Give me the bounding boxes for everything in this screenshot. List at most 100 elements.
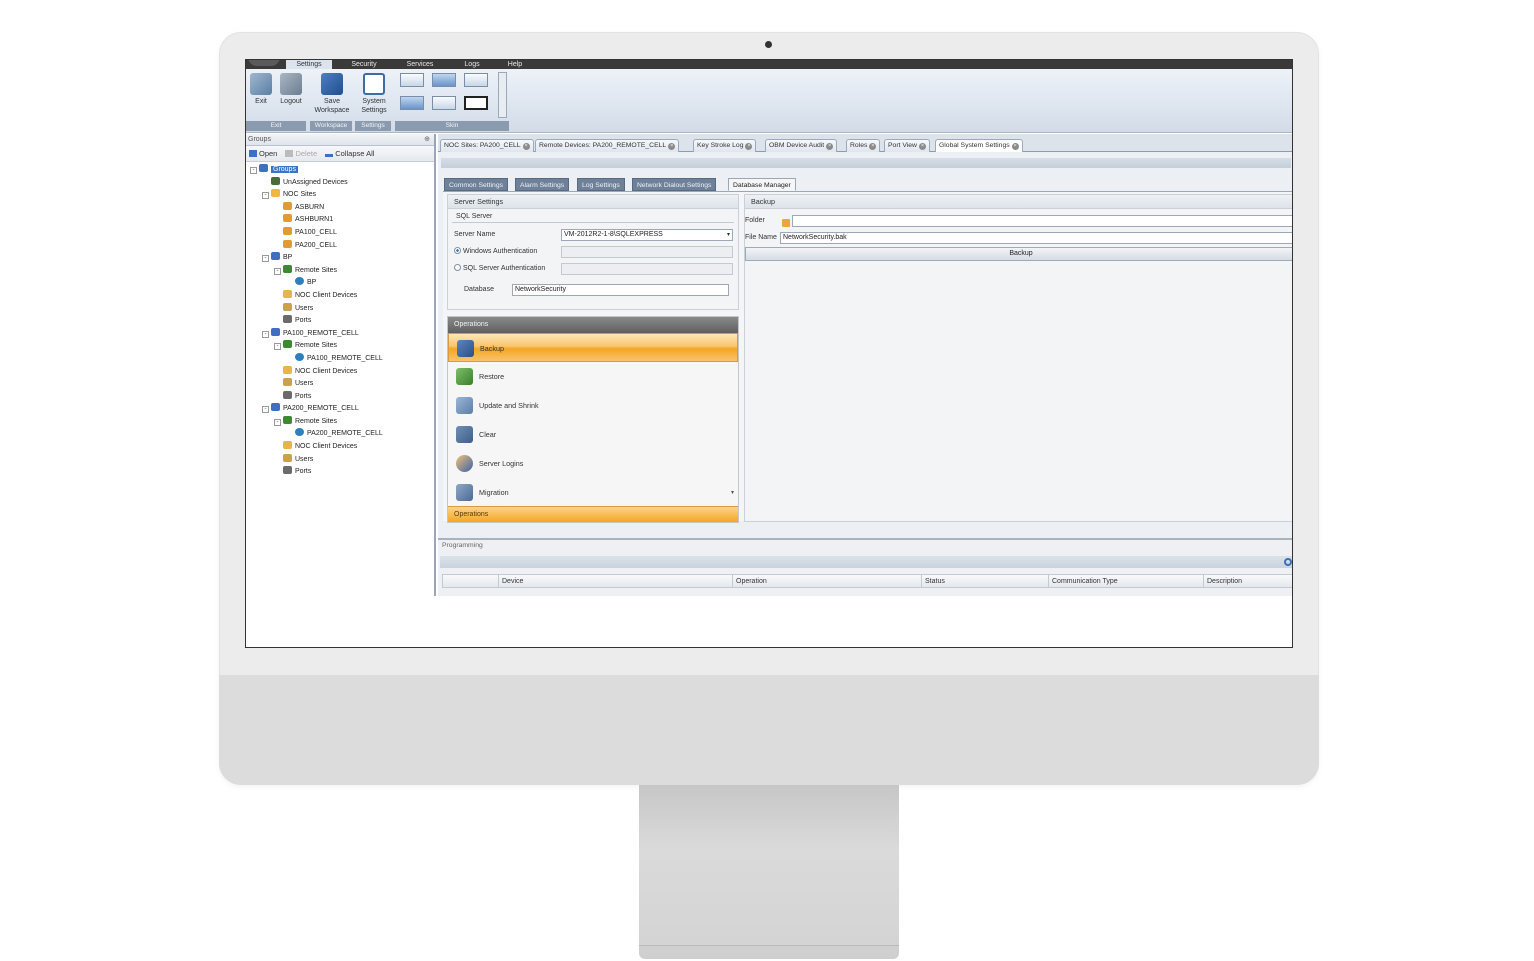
tab-network-dialout-settings[interactable]: Network Dialout Settings — [632, 178, 717, 191]
tree-node[interactable]: - Remote Sites — [246, 264, 434, 278]
tab-database-manager[interactable]: Database Manager — [728, 178, 796, 191]
close-icon[interactable]: × — [522, 143, 530, 150]
tree-node[interactable]: Users — [246, 453, 434, 467]
column-operation[interactable]: Operation — [732, 575, 921, 588]
tab-log-settings[interactable]: Log Settings — [577, 178, 625, 191]
column-description[interactable]: Description — [1203, 575, 1292, 588]
tree-node[interactable]: - PA100_REMOTE_CELL — [246, 327, 434, 341]
operations-footer[interactable]: Operations — [448, 506, 738, 522]
file-name-input[interactable]: NetworkSecurity.bak — [780, 232, 1292, 244]
search-icon[interactable] — [1284, 558, 1292, 566]
tree-node[interactable]: BP — [246, 277, 434, 290]
skin-option-1[interactable] — [400, 73, 424, 87]
tree-node[interactable]: NOC Client Devices — [246, 441, 434, 454]
operation-migration[interactable]: Migration — [448, 478, 738, 507]
tree-node[interactable]: Ports — [246, 466, 434, 479]
sql-auth-radio[interactable] — [454, 264, 461, 271]
menu-tab-security[interactable]: Security — [342, 60, 386, 69]
close-icon[interactable]: × — [1011, 143, 1019, 150]
close-icon[interactable]: × — [918, 143, 926, 150]
tree-node[interactable]: - Remote Sites — [246, 415, 434, 429]
save-workspace-button[interactable]: Save Workspace — [312, 73, 352, 115]
logout-button[interactable]: Logout — [277, 73, 305, 106]
column-communication-type[interactable]: Communication Type — [1048, 575, 1203, 588]
backup-button[interactable]: Backup — [745, 247, 1292, 261]
tab-alarm-settings[interactable]: Alarm Settings — [515, 178, 570, 191]
menu-tab-services[interactable]: Services — [398, 60, 442, 69]
tree-node[interactable]: NOC Client Devices — [246, 289, 434, 303]
tree-node[interactable]: - Groups — [246, 164, 434, 177]
document-tab[interactable]: Remote Devices: PA200_REMOTE_CELL × — [535, 139, 680, 152]
document-tab[interactable]: Global System Settings × — [935, 139, 1023, 152]
tree-node[interactable]: - Remote Sites — [246, 340, 434, 353]
document-tab[interactable]: Port View × — [884, 139, 930, 152]
operation-restore[interactable]: Restore — [448, 362, 738, 391]
tree-node[interactable]: Ports — [246, 315, 434, 328]
system-settings-button[interactable]: System Settings — [357, 73, 391, 115]
document-tab[interactable]: Roles × — [846, 139, 881, 152]
programming-toolbar — [440, 556, 1292, 568]
column-status[interactable]: Status — [921, 575, 1048, 588]
delete-button[interactable]: Delete — [285, 149, 317, 158]
tree-node[interactable]: PA200_CELL — [246, 239, 434, 253]
operation-clear[interactable]: Clear — [448, 420, 738, 449]
skin-option-5[interactable] — [432, 96, 456, 110]
tree-node[interactable]: ASBURN — [246, 201, 434, 215]
tree-node[interactable]: PA200_REMOTE_CELL — [246, 428, 434, 441]
tree-expander-icon[interactable]: - — [274, 343, 281, 351]
tree-node[interactable]: PA100_CELL — [246, 226, 434, 240]
app-window: Settings Security Services Logs Help Exi… — [245, 59, 1293, 648]
tree-expander-icon[interactable]: - — [250, 167, 257, 174]
folder-input[interactable] — [792, 215, 1292, 227]
close-icon[interactable]: × — [826, 143, 834, 150]
document-tab[interactable]: Key Stroke Log × — [693, 139, 757, 152]
windows-auth-radio[interactable] — [454, 247, 461, 254]
app-orb-button[interactable] — [248, 60, 280, 66]
document-tab[interactable]: OBM Device Audit × — [765, 139, 838, 152]
tree-node[interactable]: Ports — [246, 390, 434, 404]
operation-update-shrink[interactable]: Update and Shrink — [448, 391, 738, 420]
tree-node[interactable]: - NOC Sites — [246, 189, 434, 202]
document-tab[interactable]: NOC Sites: PA200_CELL × — [440, 139, 534, 152]
tree-node[interactable]: ASHBURN1 — [246, 214, 434, 227]
exit-button[interactable]: Exit — [248, 73, 274, 106]
operation-backup[interactable]: Backup — [448, 333, 738, 362]
close-icon[interactable]: × — [745, 143, 753, 150]
skin-option-2[interactable] — [432, 73, 456, 87]
tree-expander-icon[interactable]: - — [274, 418, 281, 426]
close-icon[interactable]: × — [668, 143, 676, 150]
close-icon[interactable]: × — [869, 143, 877, 150]
tree-expander-icon[interactable]: - — [262, 192, 269, 200]
server-name-dropdown[interactable]: VM-2012R2-1-8\SQLEXPRESS ▾ — [561, 229, 733, 241]
skin-option-4[interactable] — [400, 96, 424, 110]
open-button[interactable]: Open — [249, 149, 277, 158]
tree-expander-icon[interactable]: - — [262, 330, 269, 338]
menu-tab-logs[interactable]: Logs — [454, 60, 490, 69]
tab-common-settings[interactable]: Common Settings — [444, 178, 509, 191]
database-input[interactable]: NetworkSecurity — [512, 284, 729, 296]
tree-node[interactable]: UnAssigned Devices — [246, 176, 434, 190]
tree-expander-icon[interactable]: - — [262, 255, 269, 263]
operation-server-logins[interactable]: Server Logins — [448, 449, 738, 478]
tree-node[interactable]: Users — [246, 302, 434, 316]
tree-node[interactable]: NOC Client Devices — [246, 365, 434, 379]
collapse-all-button[interactable]: Collapse All — [325, 149, 374, 158]
windows-auth-option[interactable]: Windows Authentication — [454, 246, 537, 258]
tree-node[interactable]: Users — [246, 378, 434, 391]
menu-tab-help[interactable]: Help — [500, 60, 530, 69]
folder-icon[interactable] — [782, 219, 790, 227]
pin-icon[interactable]: ⊕ — [424, 134, 430, 146]
tree-expander-icon[interactable]: - — [262, 406, 269, 414]
sql-auth-option[interactable]: SQL Server Authentication — [454, 263, 545, 275]
tree-node[interactable]: PA100_REMOTE_CELL — [246, 352, 434, 366]
tree-expander-icon[interactable]: - — [274, 267, 281, 275]
tree-node[interactable]: - PA200_REMOTE_CELL — [246, 403, 434, 416]
device-icon — [283, 441, 292, 450]
column-device[interactable]: Device — [498, 575, 732, 588]
skin-gallery-scroll[interactable] — [498, 72, 507, 118]
tree-node[interactable]: - BP — [246, 252, 434, 265]
menu-tab-settings[interactable]: Settings — [286, 60, 332, 69]
chevron-down-icon[interactable]: ▾ — [731, 489, 734, 496]
skin-option-3[interactable] — [464, 73, 488, 87]
skin-option-6[interactable] — [464, 96, 488, 110]
